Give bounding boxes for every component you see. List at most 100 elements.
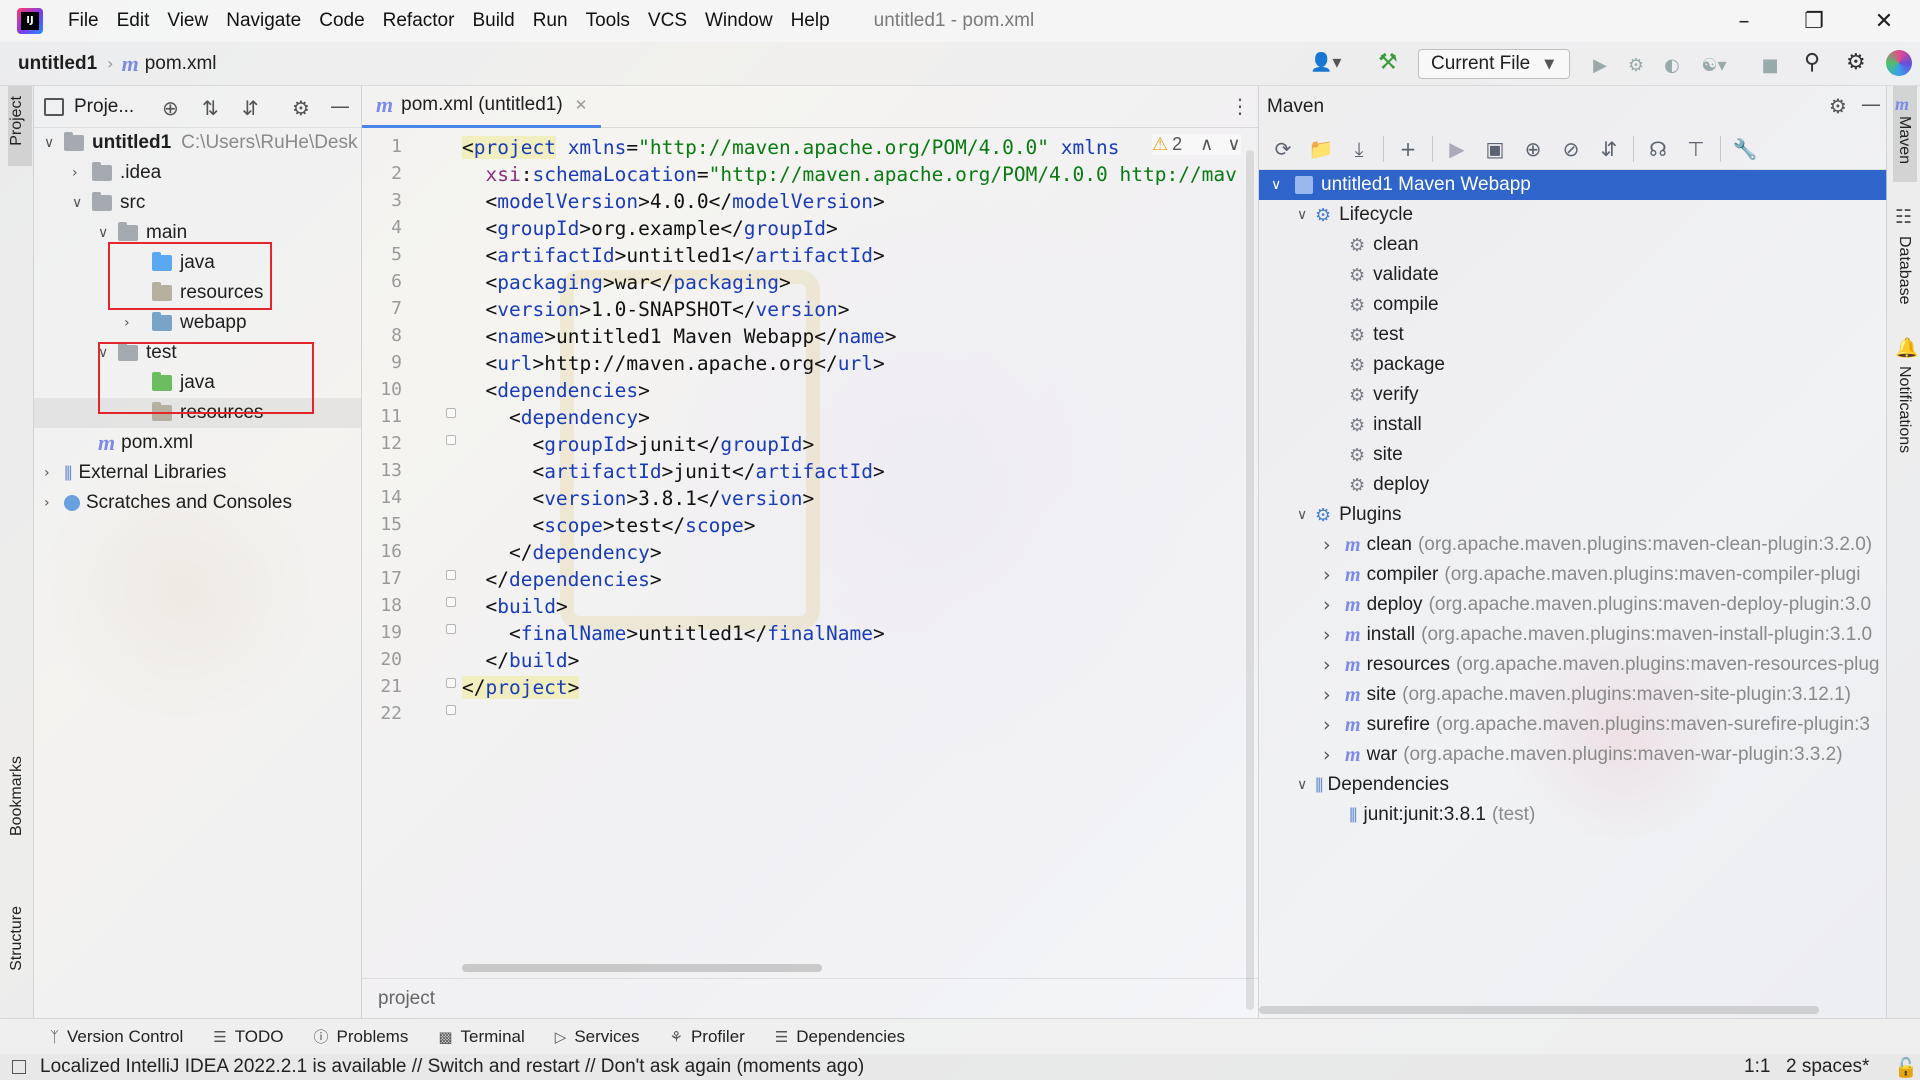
tab-project[interactable]: Project [8, 96, 26, 146]
add-maven-project-folder-icon[interactable]: 📁 [1307, 135, 1335, 163]
tree-node-webapp[interactable]: › webapp [124, 308, 247, 338]
plugin-node[interactable]: › m deploy (org.apache.maven.plugins:maven-… [1323, 590, 1871, 620]
locate-file-icon[interactable]: ⊕ [162, 96, 179, 120]
debug-icon[interactable]: ⚙ [1624, 50, 1648, 80]
analyze-dependencies-icon[interactable]: ⊤ [1682, 135, 1710, 163]
build-hammer-icon[interactable]: ⚒ [1378, 50, 1408, 78]
vertical-scrollbar[interactable] [1246, 150, 1254, 1010]
lifecycle-goal[interactable]: ⚙ validate [1349, 260, 1439, 290]
stop-icon[interactable]: ■ [1758, 50, 1782, 80]
plugin-node[interactable]: › m install (org.apache.maven.plugins:maven… [1323, 620, 1872, 650]
tool-version-control[interactable]: ᛉ Version Control [50, 1027, 183, 1047]
tree-node-scratches[interactable]: › Scratches and Consoles [44, 488, 292, 518]
fold-marker-icon[interactable] [446, 435, 456, 445]
menu-code[interactable]: Code [319, 10, 364, 32]
tool-todo[interactable]: ☰ TODO [213, 1027, 283, 1047]
expand-all-icon[interactable]: ⇅ [202, 96, 219, 120]
fold-marker-icon[interactable] [446, 570, 456, 580]
coverage-icon[interactable]: ◐ [1660, 50, 1684, 80]
project-panel-title[interactable]: Proje... [74, 96, 134, 118]
user-icon[interactable]: 👤▾ [1310, 52, 1350, 76]
more-options-icon[interactable]: ⋮ [1230, 94, 1250, 118]
fold-marker-icon[interactable] [446, 624, 456, 634]
plugin-node[interactable]: › m site (org.apache.maven.plugins:maven-si… [1323, 680, 1851, 710]
menu-run[interactable]: Run [533, 10, 568, 32]
fold-marker-icon[interactable] [446, 597, 456, 607]
tree-node-pom[interactable]: m pom.xml [98, 428, 193, 458]
tree-node-idea[interactable]: › .idea [72, 158, 161, 188]
tab-bookmarks[interactable]: Bookmarks [8, 756, 26, 836]
tool-terminal[interactable]: ▩ Terminal [438, 1027, 524, 1047]
lifecycle-goal[interactable]: ⚙ compile [1349, 290, 1439, 320]
maven-settings-wrench-icon[interactable]: 🔧 [1731, 135, 1759, 163]
tool-dependencies[interactable]: ☰ Dependencies [775, 1027, 905, 1047]
menu-edit[interactable]: Edit [117, 10, 150, 32]
hide-panel-icon[interactable]: — [1861, 92, 1881, 116]
close-icon[interactable]: ✕ [1854, 0, 1914, 42]
lifecycle-goal[interactable]: ⚙ package [1349, 350, 1445, 380]
tree-node-untitled1[interactable]: ∨ untitled1 C:\Users\RuHe\Desk [44, 128, 358, 158]
indent-setting[interactable]: 2 spaces* [1786, 1056, 1869, 1078]
tree-node-src[interactable]: ∨ src [72, 188, 145, 218]
reload-icon[interactable]: ⟳ [1269, 135, 1297, 163]
plugin-node[interactable]: › m clean (org.apache.maven.plugins:maven-c… [1323, 530, 1872, 560]
download-sources-icon[interactable]: ⤓ [1345, 135, 1373, 163]
add-icon[interactable]: + [1394, 135, 1422, 163]
plugin-node[interactable]: › m compiler (org.apache.maven.plugins:mave… [1323, 560, 1860, 590]
tab-database[interactable]: Database [1895, 236, 1913, 305]
menu-tools[interactable]: Tools [586, 10, 630, 32]
tab-pom-xml[interactable]: m pom.xml (untitled1) ✕ [362, 86, 602, 128]
profile-icon[interactable]: ☯▾ [1696, 50, 1732, 80]
breadcrumb-file[interactable]: pom.xml [145, 53, 217, 75]
fold-marker-icon[interactable] [446, 705, 456, 715]
plugin-node[interactable]: › m resources (org.apache.maven.plugins:mav… [1323, 650, 1880, 680]
dependency-node[interactable]: ||| junit:junit:3.8.1 (test) [1349, 800, 1535, 830]
caret-position[interactable]: 1:1 [1744, 1056, 1770, 1078]
collapse-all-icon[interactable]: ⇵ [242, 96, 259, 120]
editor-breadcrumb[interactable]: project [378, 988, 435, 1010]
toggle-tool-windows-icon[interactable] [12, 1060, 26, 1074]
restore-icon[interactable]: ❐ [1784, 0, 1844, 42]
breadcrumb-project[interactable]: untitled1 [18, 53, 97, 75]
code-area[interactable]: <project xmlns="http://maven.apache.org/… [462, 128, 1257, 948]
minimize-icon[interactable]: – [1714, 0, 1774, 42]
tab-notifications[interactable]: Notifications [1895, 366, 1913, 453]
lifecycle-goal[interactable]: ⚙ deploy [1349, 470, 1429, 500]
menu-navigate[interactable]: Navigate [226, 10, 301, 32]
plugins-node[interactable]: ∨ ⚙ Plugins [1297, 500, 1401, 530]
horizontal-scrollbar[interactable] [462, 964, 822, 972]
menu-refactor[interactable]: Refactor [383, 10, 455, 32]
tool-profiler[interactable]: ⚘ Profiler [670, 1027, 745, 1047]
tab-maven[interactable]: Maven [1895, 116, 1913, 164]
fold-marker-icon[interactable] [446, 408, 456, 418]
lifecycle-goal[interactable]: ⚙ verify [1349, 380, 1419, 410]
lifecycle-goal[interactable]: ⚙ install [1349, 410, 1422, 440]
previous-highlight-icon[interactable]: ∧ [1200, 134, 1213, 155]
tool-services[interactable]: ▷ Services [555, 1027, 640, 1047]
tool-problems[interactable]: ⓘ Problems [314, 1026, 409, 1047]
lifecycle-goal[interactable]: ⚙ test [1349, 320, 1404, 350]
lifecycle-goal[interactable]: ⚙ clean [1349, 230, 1419, 260]
close-tab-icon[interactable]: ✕ [575, 96, 588, 114]
menu-build[interactable]: Build [472, 10, 514, 32]
menu-help[interactable]: Help [791, 10, 830, 32]
dependencies-node[interactable]: ∨ ||| Dependencies [1297, 770, 1449, 800]
menu-view[interactable]: View [167, 10, 208, 32]
fold-marker-icon[interactable] [446, 678, 456, 688]
run-maven-icon[interactable]: ▶ [1443, 135, 1471, 163]
hide-panel-icon[interactable]: — [330, 94, 350, 118]
settings-icon[interactable]: ⚙ [1846, 50, 1874, 78]
skip-tests-icon[interactable]: ⊘ [1557, 135, 1585, 163]
lifecycle-goal[interactable]: ⚙ site [1349, 440, 1403, 470]
collapse-all-icon[interactable]: ⇵ [1595, 135, 1623, 163]
next-highlight-icon[interactable]: ∨ [1227, 134, 1240, 155]
lifecycle-node[interactable]: ∨ ⚙ Lifecycle [1297, 200, 1413, 230]
menu-vcs[interactable]: VCS [648, 10, 687, 32]
run-icon[interactable]: ▶ [1588, 50, 1612, 80]
inspection-widget[interactable]: ⚠ 2 ∧ ∨ [1152, 134, 1241, 155]
status-message[interactable]: Localized IntelliJ IDEA 2022.2.1 is avai… [40, 1056, 864, 1078]
menu-window[interactable]: Window [705, 10, 773, 32]
tab-structure[interactable]: Structure [8, 906, 26, 971]
search-icon[interactable]: ⚲ [1804, 50, 1832, 78]
plugin-node[interactable]: › m war (org.apache.maven.plugins:maven-war… [1323, 740, 1843, 770]
